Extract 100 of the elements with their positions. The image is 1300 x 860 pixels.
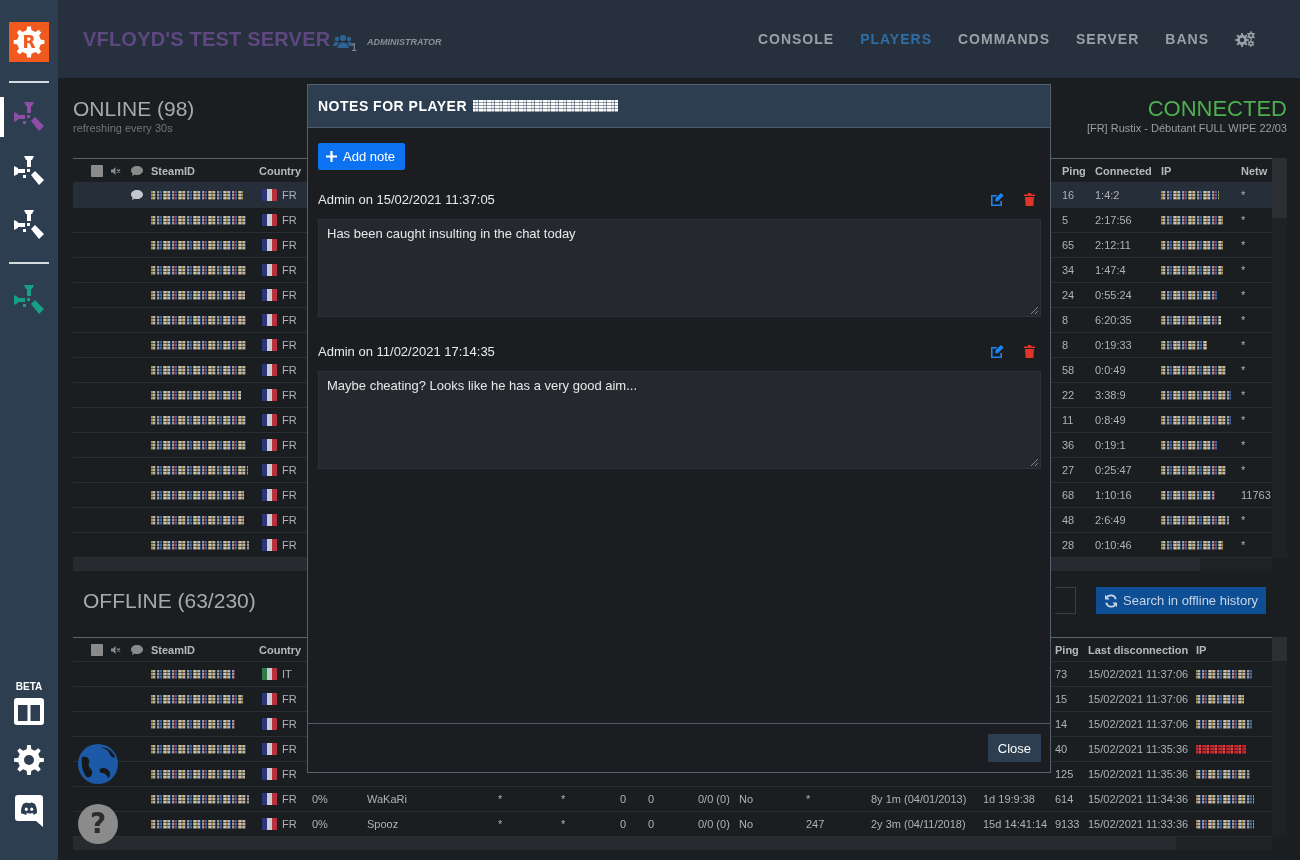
table-cell-text: * <box>1241 213 1247 227</box>
table-cell-text: 1:47:4 <box>1095 263 1127 277</box>
table-cell-text: * <box>1241 188 1247 202</box>
table-cell-text: * <box>1241 263 1247 277</box>
country-code: FR <box>282 692 297 706</box>
table-cell-text: 65 <box>1062 238 1076 252</box>
table-cell-text: 0/0 (0) <box>698 792 731 806</box>
table-cell-text: * <box>1241 463 1247 477</box>
table-cell-text: 0 <box>620 817 628 831</box>
table-cell-text: * <box>1241 413 1247 427</box>
column-header: Ping <box>1055 643 1080 656</box>
table-cell-text: 8 <box>1062 338 1070 352</box>
table-cell-text: * <box>1241 363 1247 377</box>
refresh-note: refreshing every 30s <box>73 121 174 135</box>
table-cell-text: 15 <box>1055 692 1069 706</box>
country-code: FR <box>282 338 297 352</box>
table-cell-text: 8 <box>1062 313 1070 327</box>
table-cell-text: 1:4:2 <box>1095 188 1121 202</box>
table-cell-text: 40 <box>1055 742 1069 756</box>
section-title: OFFLINE (63/230) <box>83 588 256 613</box>
table-cell-text: 614 <box>1055 792 1075 806</box>
table-cell-text: 15d 14:41:14 <box>983 817 1049 831</box>
table-cell-text: 0:19:33 <box>1095 338 1133 352</box>
table-cell-text: 15/02/2021 11:37:06 <box>1088 692 1190 706</box>
table-cell-text: 6:20:35 <box>1095 313 1133 327</box>
table-cell-text: * <box>498 817 504 831</box>
country-code: FR <box>282 188 297 202</box>
table-cell-text: * <box>1241 238 1247 252</box>
table-cell-text: No <box>739 817 755 831</box>
country-code: FR <box>282 717 297 731</box>
table-cell-text: * <box>1241 513 1247 527</box>
user-count: 1 <box>351 41 357 53</box>
note-author: Admin on 11/02/2021 17:14:35 <box>318 343 495 359</box>
server-title: VFLOYD'S TEST SERVER <box>83 27 331 51</box>
table-cell-text: 0:10:46 <box>1095 538 1133 552</box>
country-code: FR <box>282 463 297 477</box>
country-code: FR <box>282 538 297 552</box>
column-header: Connected <box>1095 164 1153 177</box>
table-cell-text: 16 <box>1062 188 1076 202</box>
table-cell-text: 3:38:9 <box>1095 388 1127 402</box>
country-code: FR <box>282 313 297 327</box>
table-cell-text: 15/02/2021 11:35:36 <box>1088 767 1190 781</box>
country-code: FR <box>282 388 297 402</box>
table-cell-text: 0% <box>312 817 329 831</box>
table-cell-text: Spooz <box>367 817 400 831</box>
table-cell-text: 58 <box>1062 363 1076 377</box>
table-cell-text: 48 <box>1062 513 1076 527</box>
country-code: FR <box>282 363 297 377</box>
table-cell-text: 0:55:24 <box>1095 288 1133 302</box>
column-header: Country <box>259 643 303 656</box>
table-cell-text: 73 <box>1055 667 1069 681</box>
country-code: FR <box>282 792 297 806</box>
column-header: IP <box>1161 164 1173 177</box>
country-code: FR <box>282 413 297 427</box>
column-header: Last disconnection <box>1088 643 1190 656</box>
table-cell-text: 22 <box>1062 388 1076 402</box>
table-cell-text: 2:17:56 <box>1095 213 1133 227</box>
table-cell-text: 247 <box>806 817 826 831</box>
table-cell-text: * <box>1241 388 1247 402</box>
table-cell-text: * <box>498 792 504 806</box>
country-code: FR <box>282 767 297 781</box>
table-cell-text: 0/0 (0) <box>698 817 731 831</box>
table-cell-text: No <box>739 792 755 806</box>
table-cell-text: 11 <box>1062 413 1075 427</box>
country-code: FR <box>282 263 297 277</box>
table-cell-text: 28 <box>1062 538 1076 552</box>
table-cell: 11763 <box>1241 488 1272 502</box>
connection-status: CONNECTED <box>1147 97 1287 121</box>
table-cell-text: 15/02/2021 11:35:36 <box>1088 742 1190 756</box>
country-code: IT <box>282 667 292 681</box>
column-header: Netw <box>1241 164 1269 177</box>
table-cell-text: WaKaRi <box>367 792 408 806</box>
table-cell-text: 0% <box>312 792 329 806</box>
table-cell-text: * <box>1241 288 1247 302</box>
server-name: [FR] Rustix - Débutant FULL WIPE 22/03 <box>1086 121 1287 135</box>
table-cell-text: 15/02/2021 11:34:36 <box>1088 792 1190 806</box>
table-cell-text: * <box>1241 338 1247 352</box>
table-cell-text: 1:10:16 <box>1095 488 1133 502</box>
country-code: FR <box>282 513 297 527</box>
table-cell-text: * <box>806 792 812 806</box>
country-code: FR <box>282 213 297 227</box>
table-cell-text: 36 <box>1062 438 1076 452</box>
table-cell-text: 14 <box>1055 717 1069 731</box>
table-cell-text: 0:25:47 <box>1095 463 1133 477</box>
table-cell-text: 2:12:11 <box>1095 238 1132 252</box>
column-header: SteamID <box>151 164 197 177</box>
table-cell-text: 0:0:49 <box>1095 363 1127 377</box>
dialog-title: NOTES FOR PLAYER <box>318 98 468 114</box>
country-code: FR <box>282 288 297 302</box>
table-cell-text: 15/02/2021 11:33:36 <box>1088 817 1190 831</box>
table-cell-text: 8y 1m (04/01/2013) <box>871 792 968 806</box>
table-cell-text: 0 <box>648 792 656 806</box>
table-cell-text: 27 <box>1062 463 1076 477</box>
table-cell-text: * <box>561 792 567 806</box>
table-cell-text: 2y 3m (04/11/2018) <box>871 817 967 831</box>
table-cell-text: 5 <box>1062 213 1070 227</box>
table-cell-text: 68 <box>1062 488 1076 502</box>
column-header: IP <box>1196 643 1208 656</box>
table-cell-text: 15/02/2021 11:37:06 <box>1088 717 1190 731</box>
column-header: Ping <box>1062 164 1087 177</box>
